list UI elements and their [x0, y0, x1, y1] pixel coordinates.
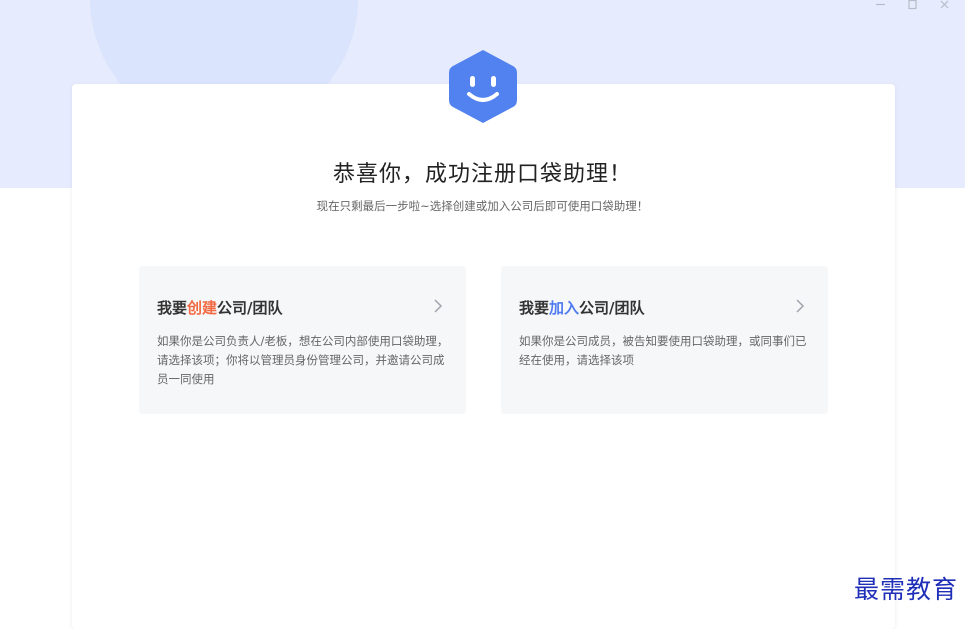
create-option-prefix: 我要: [157, 299, 188, 317]
watermark-text: 最需教育: [853, 575, 958, 604]
join-option-suffix: 公司/团队: [579, 299, 645, 317]
create-option-highlight: 创建: [187, 299, 218, 317]
page-title: 恭喜你，成功注册口袋助理！: [332, 162, 632, 187]
join-option-title: 我要加入公司/团队: [519, 297, 645, 318]
join-company-option[interactable]: 我要加入公司/团队 如果你是公司成员，被告知要使用口袋助理，或同事们已经在使用，…: [501, 266, 828, 414]
chevron-right-icon: [432, 298, 444, 314]
create-company-option[interactable]: 我要创建公司/团队 如果你是公司负责人/老板，想在公司内部使用口袋助理，请选择该…: [139, 266, 466, 414]
join-option-description: 如果你是公司成员，被告知要使用口袋助理，或同事们已经在使用，请选择该项: [519, 334, 807, 367]
create-option-title: 我要创建公司/团队: [157, 297, 283, 318]
join-option-prefix: 我要: [519, 299, 550, 317]
create-option-description: 如果你是公司负责人/老板，想在公司内部使用口袋助理，请选择该项；你将以管理员身份…: [157, 334, 449, 386]
maximize-icon[interactable]: [901, 0, 923, 11]
create-option-suffix: 公司/团队: [217, 299, 283, 317]
minimize-icon[interactable]: [869, 0, 891, 11]
window-controls: [869, 0, 955, 11]
smiley-hexagon-icon: [447, 48, 519, 125]
page-subtitle: 现在只剩最后一步啦~选择创建或加入公司后即可使用口袋助理！: [316, 199, 649, 213]
chevron-right-icon: [794, 298, 806, 314]
join-option-highlight: 加入: [549, 299, 580, 317]
close-icon[interactable]: [933, 0, 955, 11]
